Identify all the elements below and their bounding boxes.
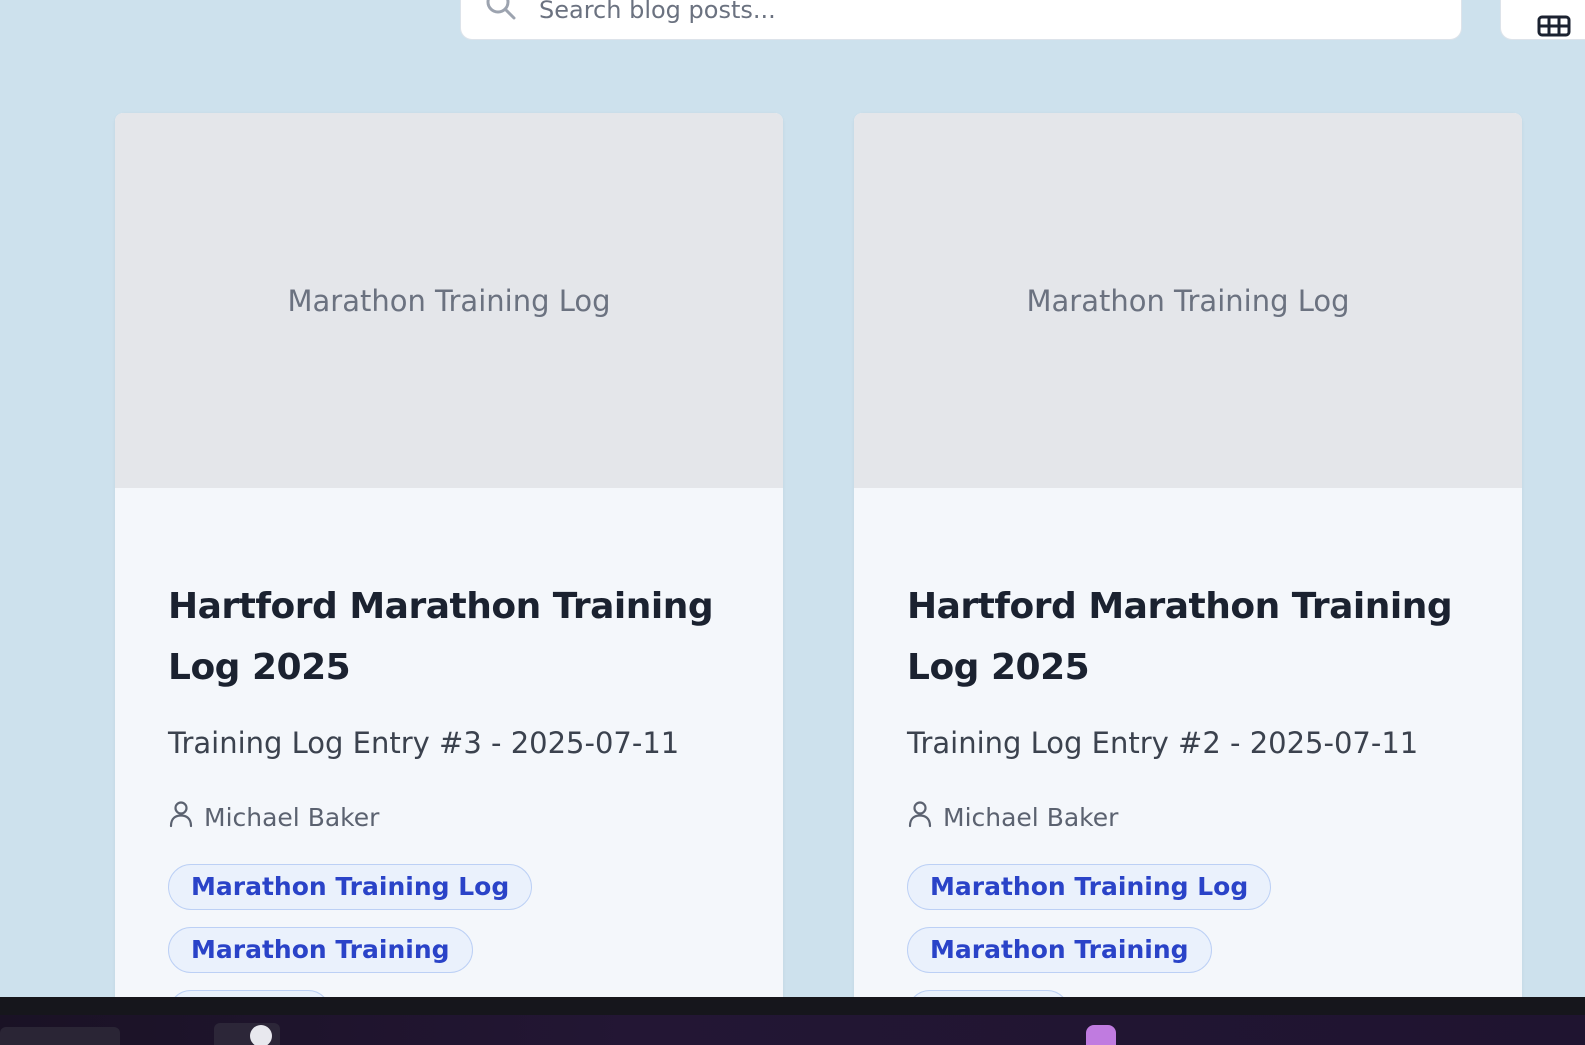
card-author: Michael Baker	[907, 800, 1469, 834]
grid-view-button[interactable]	[1500, 0, 1585, 40]
os-taskbar	[0, 997, 1585, 1045]
card-body: Hartford Marathon Training Log 2025 Trai…	[115, 576, 783, 1003]
card-author: Michael Baker	[168, 800, 730, 834]
taskbar-item[interactable]	[0, 1027, 120, 1045]
user-icon	[907, 800, 943, 834]
taskbar-divider	[0, 997, 1585, 1015]
blog-card[interactable]: Marathon Training Log Hartford Marathon …	[115, 113, 783, 1003]
card-image-label: Marathon Training Log	[287, 283, 611, 318]
card-image-placeholder[interactable]: Marathon Training Log	[115, 113, 783, 488]
card-image-placeholder[interactable]: Marathon Training Log	[854, 113, 1522, 488]
card-body: Hartford Marathon Training Log 2025 Trai…	[854, 576, 1522, 1003]
author-name: Michael Baker	[204, 802, 380, 832]
tag[interactable]: Marathon Training	[168, 927, 473, 973]
tag-list: Marathon Training Log Marathon Training …	[168, 864, 648, 1003]
user-icon	[168, 800, 204, 834]
card-title[interactable]: Hartford Marathon Training Log 2025	[907, 576, 1469, 698]
search-input[interactable]	[539, 0, 1339, 25]
card-subtitle: Training Log Entry #3 - 2025-07-11	[168, 726, 680, 760]
blog-card[interactable]: Marathon Training Log Hartford Marathon …	[854, 113, 1522, 1003]
card-subtitle: Training Log Entry #2 - 2025-07-11	[907, 726, 1419, 760]
app-icon[interactable]	[1086, 1025, 1116, 1045]
author-name: Michael Baker	[943, 802, 1119, 832]
search-icon	[485, 0, 517, 25]
search-bar[interactable]	[460, 0, 1462, 40]
tag-list: Marathon Training Log Marathon Training …	[907, 864, 1387, 1003]
app-icon[interactable]	[250, 1025, 272, 1045]
card-title[interactable]: Hartford Marathon Training Log 2025	[168, 576, 730, 698]
tag[interactable]: Marathon Training Log	[168, 864, 533, 910]
card-image-label: Marathon Training Log	[1026, 283, 1350, 318]
page: Marathon Training Log Hartford Marathon …	[0, 0, 1585, 1045]
tag[interactable]: Marathon Training	[907, 927, 1212, 973]
tag[interactable]: Marathon Training Log	[907, 864, 1272, 910]
